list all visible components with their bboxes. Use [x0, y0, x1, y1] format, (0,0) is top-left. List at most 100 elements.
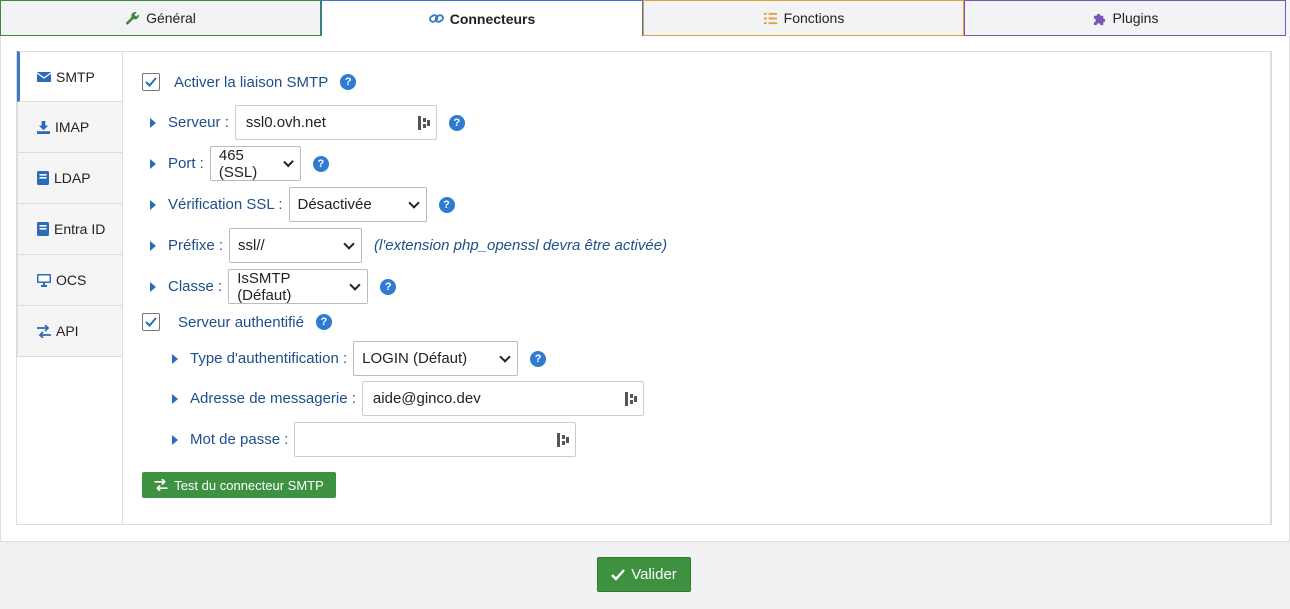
caret-right-icon — [172, 434, 178, 445]
exchange-icon — [154, 479, 168, 491]
envelope-icon — [37, 71, 51, 82]
puzzle-icon — [1093, 13, 1105, 25]
email-label: Adresse de messagerie : — [190, 390, 356, 407]
tab-general[interactable]: Général — [0, 0, 321, 36]
chevron-down-icon — [407, 196, 420, 209]
sidebar-item-label: OCS — [56, 272, 87, 288]
enable-smtp-row: Activer la liaison SMTP ? — [142, 73, 357, 91]
sidebar-item-smtp[interactable]: SMTP — [17, 51, 123, 102]
connector-sidebar: SMTP IMAP LDAP Entra ID OCS API — [17, 51, 123, 357]
server-row: Serveur : ssl0.ovh.net ? — [150, 105, 465, 140]
caret-right-icon — [150, 281, 156, 292]
sidebar-item-ocs[interactable]: OCS — [17, 255, 123, 306]
prefix-select[interactable]: ssl// — [229, 228, 363, 263]
auth-type-value: LOGIN (Défaut) — [362, 350, 468, 367]
tab-fonctions[interactable]: Fonctions — [643, 0, 964, 36]
password-manager-icon[interactable] — [624, 392, 637, 406]
email-value: aide@ginco.dev — [372, 390, 481, 407]
port-row: Port : 465 (SSL) ? — [150, 146, 329, 181]
ssl-check-row: Vérification SSL : Désactivée ? — [150, 187, 455, 222]
tab-general-label: Général — [146, 10, 196, 26]
port-label: Port : — [168, 155, 204, 172]
wrench-icon — [126, 11, 139, 25]
sidebar-item-label: LDAP — [54, 170, 91, 186]
link-icon — [428, 14, 444, 23]
chevron-down-icon — [343, 237, 355, 250]
exchange-icon — [37, 324, 51, 338]
prefix-value: ssl// — [238, 237, 265, 254]
auth-type-row: Type d'authentification : LOGIN (Défaut)… — [172, 341, 547, 376]
monitor-icon — [37, 273, 51, 287]
auth-type-label: Type d'authentification : — [190, 350, 348, 367]
sidebar-item-entra-id[interactable]: Entra ID — [17, 204, 123, 255]
checkmark-icon — [145, 317, 157, 327]
help-icon[interactable]: ? — [380, 278, 397, 295]
help-icon[interactable]: ? — [448, 114, 465, 131]
server-label: Serveur : — [168, 114, 229, 131]
auth-server-checkbox[interactable] — [142, 313, 160, 331]
sidebar-item-label: IMAP — [55, 119, 90, 135]
checkmark-icon — [145, 77, 157, 87]
auth-type-select[interactable]: LOGIN (Défaut) — [353, 341, 519, 376]
sidebar-item-label: SMTP — [56, 68, 95, 85]
email-row: Adresse de messagerie : aide@ginco.dev — [172, 381, 644, 416]
sidebar-item-api[interactable]: API — [17, 306, 123, 357]
top-tabs: Général Connecteurs Fonctions Plugins — [0, 0, 1290, 36]
tab-connecteurs[interactable]: Connecteurs — [321, 0, 643, 36]
sidebar-item-ldap[interactable]: LDAP — [17, 153, 123, 204]
help-icon[interactable]: ? — [530, 350, 547, 367]
chevron-down-icon — [282, 156, 294, 167]
password-row: Mot de passe : — [172, 422, 577, 457]
sidebar-item-imap[interactable]: IMAP — [17, 102, 123, 153]
password-manager-icon[interactable] — [557, 433, 570, 447]
chevron-down-icon — [349, 278, 361, 291]
download-icon — [37, 120, 50, 134]
password-manager-icon[interactable] — [417, 116, 430, 130]
password-label: Mot de passe : — [190, 431, 289, 448]
class-select[interactable]: IsSMTP (Défaut) — [228, 269, 369, 304]
port-value: 465 (SSL) — [218, 146, 258, 181]
help-icon[interactable]: ? — [315, 314, 332, 330]
book-icon — [37, 222, 49, 236]
submit-button[interactable]: Valider — [597, 557, 691, 592]
class-value: IsSMTP (Défaut) — [237, 269, 292, 304]
sidebar-item-label: API — [56, 323, 79, 339]
ssl-check-label: Vérification SSL : — [168, 196, 283, 213]
chevron-down-icon — [499, 350, 511, 363]
ssl-check-select[interactable]: Désactivée — [288, 187, 427, 222]
port-select[interactable]: 465 (SSL) — [209, 146, 301, 181]
help-icon[interactable]: ? — [312, 155, 329, 172]
tab-plugins[interactable]: Plugins — [964, 0, 1286, 36]
enable-smtp-checkbox[interactable] — [142, 73, 160, 91]
checkmark-icon — [611, 568, 626, 581]
server-input[interactable]: ssl0.ovh.net — [234, 105, 437, 140]
caret-right-icon — [150, 117, 156, 128]
caret-right-icon — [172, 353, 178, 364]
tab-fonctions-label: Fonctions — [783, 10, 845, 26]
help-icon[interactable]: ? — [438, 196, 455, 213]
tab-connecteurs-label: Connecteurs — [449, 10, 536, 27]
help-icon[interactable]: ? — [340, 74, 357, 90]
test-smtp-button[interactable]: Test du connecteur SMTP — [142, 472, 336, 498]
class-row: Classe : IsSMTP (Défaut) ? — [150, 269, 397, 304]
test-smtp-label: Test du connecteur SMTP — [174, 477, 324, 493]
prefix-note: (l'extension php_openssl devra être acti… — [374, 237, 668, 254]
auth-server-label: Serveur authentifié — [178, 313, 304, 331]
enable-smtp-label: Activer la liaison SMTP — [174, 73, 329, 91]
prefix-label: Préfixe : — [168, 237, 224, 254]
server-value: ssl0.ovh.net — [245, 114, 326, 131]
email-field[interactable]: aide@ginco.dev — [361, 381, 644, 416]
caret-right-icon — [150, 199, 156, 210]
password-field[interactable] — [294, 422, 577, 457]
ssl-check-value: Désactivée — [297, 196, 372, 213]
submit-label: Valider — [631, 566, 677, 583]
caret-right-icon — [150, 158, 156, 169]
prefix-row: Préfixe : ssl// (l'extension php_openssl… — [150, 228, 667, 263]
auth-server-row: Serveur authentifié ? — [142, 313, 332, 331]
caret-right-icon — [150, 240, 156, 251]
sidebar-item-label: Entra ID — [54, 221, 106, 237]
book-icon — [37, 171, 49, 185]
caret-right-icon — [172, 393, 178, 404]
list-icon — [763, 12, 777, 24]
tab-plugins-label: Plugins — [1112, 10, 1159, 26]
